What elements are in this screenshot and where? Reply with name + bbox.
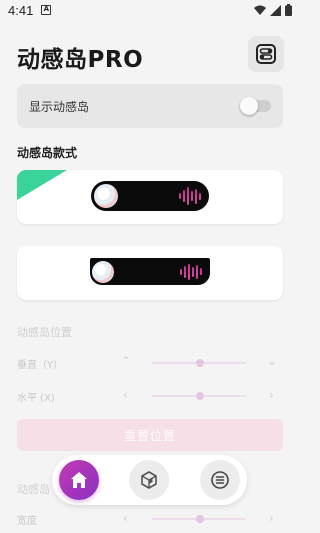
width-label: 宽度 [17, 516, 37, 527]
horizontal-slider-thumb[interactable] [196, 392, 204, 400]
style-option-notch[interactable] [17, 246, 283, 300]
battery-icon [285, 4, 292, 16]
page-title: 动感岛PRO [17, 47, 144, 73]
show-island-label: 显示动感岛 [29, 99, 90, 114]
chevron-right-icon[interactable]: › [269, 511, 274, 525]
island-preview [90, 258, 210, 285]
status-time: 4:41 [8, 2, 34, 18]
status-bar: 4:41 A [0, 0, 300, 20]
nav-menu-button[interactable] [200, 460, 240, 500]
waveform-icon [180, 262, 202, 282]
signal-icon [270, 4, 281, 16]
size-section-title: 动感岛 [17, 483, 50, 496]
bottom-nav [52, 455, 247, 505]
horizontal-label: 水平 (X) [17, 393, 55, 404]
show-island-row[interactable]: 显示动感岛 [17, 84, 283, 128]
chevron-up-icon[interactable]: ⌃ [121, 354, 131, 368]
a-icon: A [41, 5, 52, 15]
list-icon [211, 471, 229, 489]
nav-plugins-button[interactable] [129, 460, 169, 500]
album-art-icon [94, 184, 118, 208]
cube-icon [141, 471, 157, 489]
reset-position-button[interactable]: 重置位置 [17, 419, 283, 451]
style-option-pill[interactable] [17, 170, 283, 224]
nav-home-button[interactable] [59, 460, 99, 500]
settings-toggle-button[interactable] [248, 36, 284, 72]
waveform-icon [179, 186, 201, 206]
album-art-icon [92, 260, 114, 283]
styles-section-title: 动感岛款式 [17, 146, 78, 160]
island-preview [91, 181, 209, 211]
status-icons [254, 4, 292, 16]
chevron-left-icon[interactable]: ‹ [123, 511, 128, 525]
home-icon [71, 472, 87, 488]
switch-knob [240, 97, 258, 115]
toggles-icon [256, 44, 276, 64]
chevron-down-icon[interactable]: ⌄ [267, 354, 277, 368]
vertical-slider-thumb[interactable] [196, 359, 204, 367]
position-section-title: 动感岛位置 [17, 326, 72, 339]
show-island-switch[interactable] [240, 97, 271, 115]
selected-badge [17, 170, 67, 200]
chevron-left-icon[interactable]: ‹ [123, 388, 128, 402]
vertical-label: 垂直（Y） [17, 360, 64, 371]
width-slider-thumb[interactable] [196, 515, 204, 523]
wifi-icon [254, 5, 266, 15]
chevron-right-icon[interactable]: › [269, 388, 274, 402]
